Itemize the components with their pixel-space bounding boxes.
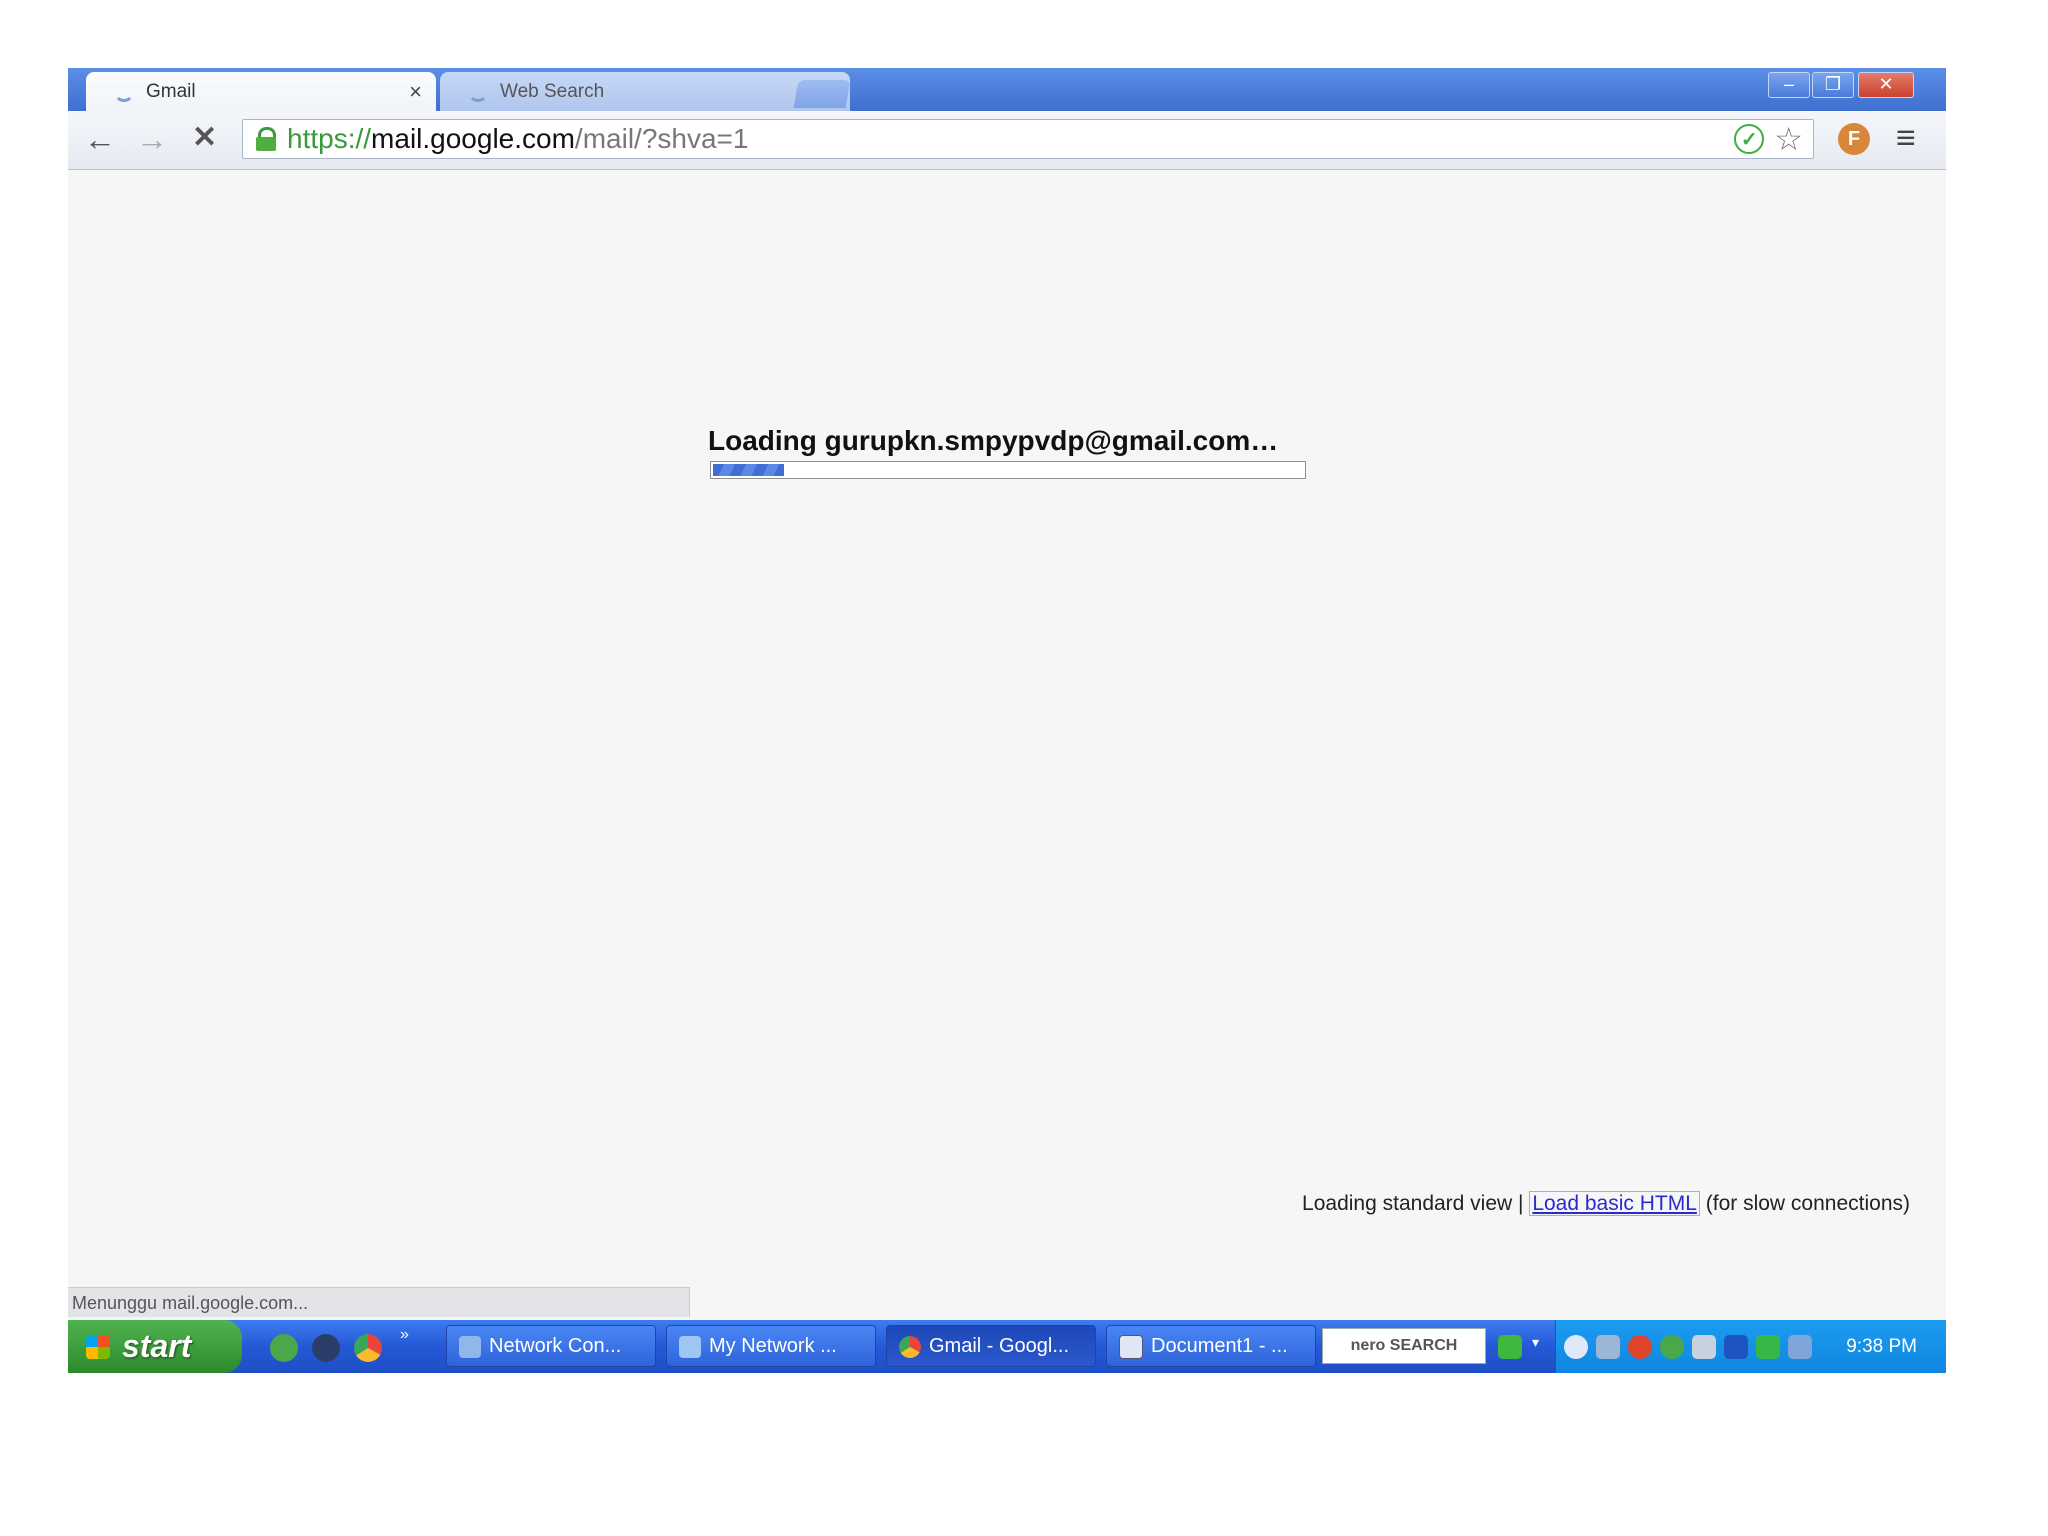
task-gmail-chrome[interactable]: Gmail - Googl...: [886, 1325, 1096, 1367]
tray-language-icon[interactable]: [1724, 1335, 1748, 1359]
nero-search-box[interactable]: nero SEARCH: [1322, 1328, 1486, 1364]
task-label: Network Con...: [489, 1335, 622, 1357]
stop-button[interactable]: ✕: [192, 123, 217, 153]
forward-button[interactable]: →: [136, 123, 168, 155]
status-bar: Menunggu mail.google.com...: [68, 1287, 690, 1317]
tray-network-icon[interactable]: [1596, 1335, 1620, 1359]
word-document-icon: [1119, 1334, 1143, 1359]
extension-icon[interactable]: F: [1838, 123, 1870, 155]
quicklaunch-c-icon[interactable]: [312, 1334, 340, 1362]
green-arrow-icon[interactable]: [1498, 1335, 1522, 1359]
loading-progress-bar: [710, 461, 1306, 479]
network-connections-icon: [459, 1335, 481, 1358]
tab-gmail[interactable]: Gmail ×: [86, 72, 436, 111]
dropdown-arrow-icon[interactable]: ▾: [1532, 1334, 1539, 1351]
loading-spinner-icon: [114, 82, 134, 102]
task-label: My Network ...: [709, 1335, 837, 1357]
tray-collapse-icon[interactable]: [1564, 1335, 1588, 1359]
start-label: start: [122, 1328, 192, 1364]
back-button[interactable]: ←: [84, 123, 116, 155]
chrome-icon: [899, 1335, 921, 1358]
task-label: Document1 - ...: [1151, 1335, 1288, 1357]
slow-connections-text: (for slow connections): [1705, 1192, 1910, 1215]
minimize-button[interactable]: –: [1768, 72, 1810, 98]
task-document1[interactable]: Document1 - ...: [1106, 1325, 1316, 1367]
browser-toolbar: ← → ✕ https://mail.google.com/mail/?shva…: [68, 111, 1946, 170]
my-network-icon: [679, 1335, 701, 1358]
loading-spinner-icon: [468, 82, 488, 102]
tray-printer-icon[interactable]: [1692, 1335, 1716, 1359]
address-bar[interactable]: https://mail.google.com/mail/?shva=1 ✓ ☆: [242, 119, 1814, 159]
close-window-button[interactable]: ✕: [1858, 72, 1914, 98]
quicklaunch-more-icon[interactable]: »: [400, 1326, 409, 1344]
clock[interactable]: 9:38 PM: [1846, 1320, 1917, 1373]
loading-title: Loading gurupkn.smpypvdp@gmail.com…: [708, 425, 1279, 456]
desktop-screen: Gmail × Web Search × – ❐ ✕ ← → ✕ https:/…: [68, 68, 1946, 1373]
tab-title: Gmail: [146, 80, 196, 102]
tray-antivirus-icon[interactable]: [1628, 1335, 1652, 1359]
tab-web-search[interactable]: Web Search ×: [440, 72, 850, 111]
tray-drive-icon[interactable]: [1756, 1335, 1780, 1359]
page-content: Loading gurupkn.smpypvdp@gmail.com… Load…: [68, 170, 1946, 1320]
verified-check-icon[interactable]: ✓: [1734, 124, 1765, 154]
tab-strip: Gmail × Web Search × – ❐ ✕: [68, 68, 1946, 111]
tray-monitor-icon[interactable]: [1788, 1335, 1812, 1359]
system-tray: 9:38 PM: [1555, 1320, 1946, 1373]
taskbar: start » Network Con... My Network ... Gm…: [68, 1320, 1946, 1373]
task-my-network[interactable]: My Network ...: [666, 1325, 876, 1367]
restore-button[interactable]: ❐: [1812, 72, 1854, 98]
load-options-line: Loading standard view | Load basic HTML …: [1302, 1191, 1910, 1216]
load-basic-html-link[interactable]: Load basic HTML: [1529, 1191, 1700, 1216]
chrome-quicklaunch-icon[interactable]: [354, 1334, 382, 1362]
task-label: Gmail - Googl...: [929, 1335, 1070, 1357]
task-network-connections[interactable]: Network Con...: [446, 1325, 656, 1367]
new-tab-button[interactable]: [793, 80, 851, 108]
progress-fill: [713, 464, 784, 476]
tray-app-icon[interactable]: [1660, 1335, 1684, 1359]
lock-icon: [253, 125, 279, 153]
tab-close-icon[interactable]: ×: [409, 80, 422, 103]
start-button[interactable]: start: [68, 1320, 242, 1373]
vlc-like-quicklaunch-icon[interactable]: [270, 1334, 298, 1362]
loading-standard-text: Loading standard view |: [1302, 1192, 1524, 1215]
menu-icon[interactable]: ≡: [1896, 121, 1916, 155]
bookmark-star-icon[interactable]: ☆: [1774, 120, 1803, 158]
windows-logo-icon: [86, 1334, 110, 1359]
url-text: https://mail.google.com/mail/?shva=1: [287, 123, 749, 154]
tab-title: Web Search: [500, 80, 605, 102]
